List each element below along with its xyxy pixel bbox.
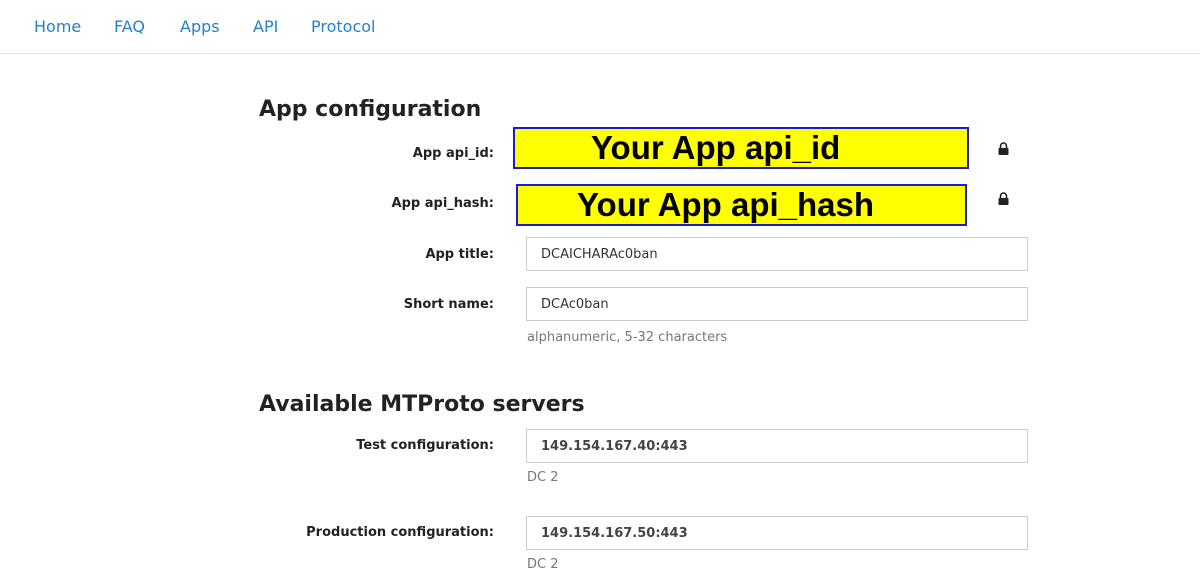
short-name-label: Short name: (403, 297, 494, 312)
test-configuration-label: Test configuration: (356, 438, 494, 453)
production-configuration-label: Production configuration: (306, 525, 494, 540)
nav-faq-link[interactable]: FAQ (114, 17, 145, 36)
app-title-label: App title: (425, 247, 494, 262)
api-hash-redaction: Your App api_hash (516, 184, 967, 226)
test-configuration-field[interactable] (526, 429, 1028, 463)
api-hash-label: App api_hash: (391, 196, 494, 211)
nav-protocol-link[interactable]: Protocol (311, 17, 375, 36)
lock-icon (998, 142, 1009, 155)
nav-home-link[interactable]: Home (34, 17, 81, 36)
nav-apps-link[interactable]: Apps (180, 17, 220, 36)
production-dc-text: DC 2 (527, 557, 559, 572)
short-name-help-text: alphanumeric, 5-32 characters (527, 330, 728, 345)
api-id-redaction: Your App api_id (513, 127, 969, 169)
production-configuration-field[interactable] (526, 516, 1028, 550)
api-id-label: App api_id: (412, 146, 494, 161)
app-title-input[interactable] (526, 237, 1028, 271)
top-navigation: Home FAQ Apps API Protocol (0, 0, 1200, 54)
short-name-input[interactable] (526, 287, 1028, 321)
app-configuration-heading: App configuration (259, 97, 482, 122)
nav-api-link[interactable]: API (253, 17, 278, 36)
mtproto-servers-heading: Available MTProto servers (259, 392, 585, 417)
lock-icon (998, 192, 1009, 205)
test-dc-text: DC 2 (527, 470, 559, 485)
